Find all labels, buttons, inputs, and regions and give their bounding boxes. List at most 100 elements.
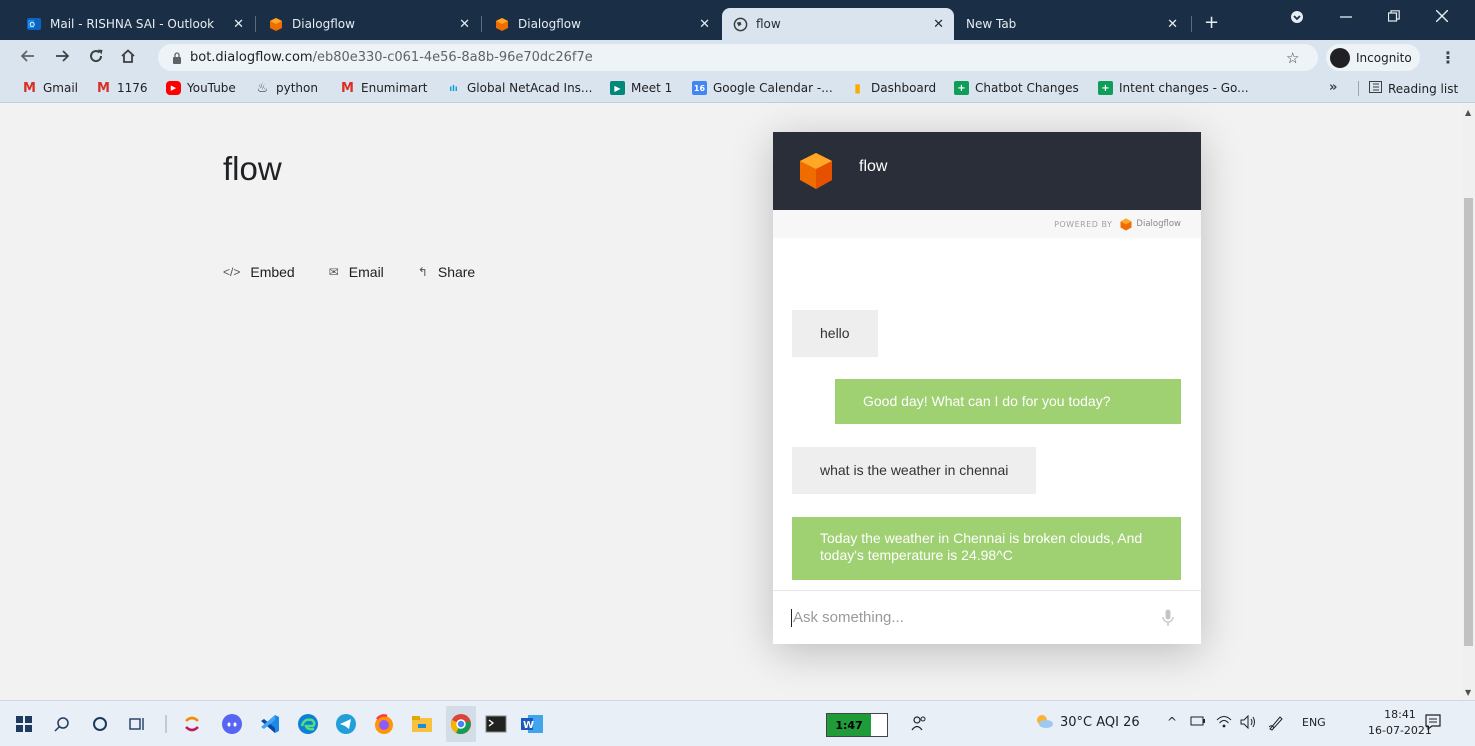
bookmark-gmail[interactable]: M Gmail	[22, 81, 79, 96]
word-icon[interactable]: W	[520, 712, 544, 736]
back-icon[interactable]	[20, 48, 36, 68]
bookmark-label: Chatbot Changes	[975, 81, 1079, 95]
scrollbar-thumb[interactable]	[1464, 198, 1473, 646]
taskbar-clock[interactable]: 18:41 16-07-2021	[1368, 707, 1432, 739]
share-label: Share	[437, 264, 476, 280]
terminal-icon[interactable]	[484, 712, 508, 736]
volume-icon[interactable]	[1240, 714, 1258, 733]
chevron-up-icon[interactable]: ^	[1167, 715, 1177, 729]
tab-new-tab[interactable]: New Tab ✕	[956, 8, 1188, 40]
bookmark-label: python	[276, 81, 318, 95]
bookmark-enumimart[interactable]: M Enumimart	[340, 81, 427, 96]
bookmark-1176[interactable]: M 1176	[96, 81, 148, 96]
weather-icon[interactable]	[1034, 712, 1054, 734]
embed-button[interactable]: </> Embed	[223, 264, 295, 280]
address-bar[interactable]: bot.dialogflow.com/eb80e330-c061-4e56-8a…	[158, 44, 1318, 71]
bookmark-dashboard[interactable]: ▮ Dashboard	[850, 81, 936, 95]
close-icon[interactable]: ✕	[1167, 17, 1178, 32]
bookmark-label: Intent changes - Go...	[1119, 81, 1249, 95]
scroll-down-icon[interactable]: ▼	[1465, 688, 1471, 697]
pen-icon[interactable]	[1268, 715, 1284, 735]
lock-icon	[173, 51, 181, 64]
scroll-up-icon[interactable]: ▲	[1465, 108, 1471, 117]
python-icon: ♨	[256, 80, 269, 96]
page-scrollbar[interactable]: ▲ ▼	[1462, 104, 1475, 700]
edge-icon[interactable]	[296, 712, 320, 736]
tab-dialogflow-2[interactable]: Dialogflow ✕	[484, 8, 720, 40]
bookmark-intent-changes[interactable]: + Intent changes - Go...	[1098, 81, 1249, 95]
close-icon[interactable]: ✕	[459, 17, 470, 32]
battery-icon[interactable]	[1190, 715, 1206, 731]
bookmark-youtube[interactable]: ▶ YouTube	[166, 81, 236, 95]
chat-agent-name: flow	[859, 158, 888, 175]
clock-date: 16-07-2021	[1368, 724, 1432, 737]
bookmark-label: Dashboard	[871, 81, 937, 95]
home-icon[interactable]	[120, 48, 136, 68]
language-indicator[interactable]: ENG	[1302, 716, 1326, 729]
microphone-icon[interactable]	[1162, 609, 1174, 627]
tab-title: flow	[756, 17, 781, 31]
mail-icon: ✉	[328, 265, 339, 279]
bookmark-chatbot-changes[interactable]: + Chatbot Changes	[954, 81, 1079, 95]
firefox-icon[interactable]	[372, 712, 396, 736]
notification-icon[interactable]	[1424, 713, 1442, 735]
powered-by-banner: POWERED BY Dialogflow	[773, 210, 1201, 238]
new-tab-button[interactable]: +	[1204, 12, 1219, 33]
tab-dialogflow-1[interactable]: Dialogflow ✕	[258, 8, 480, 40]
bookmark-calendar[interactable]: 16 Google Calendar -...	[692, 81, 833, 95]
reload-icon[interactable]	[88, 48, 104, 68]
task-view-icon[interactable]	[126, 712, 150, 736]
minimize-icon[interactable]	[1340, 10, 1352, 26]
bookmark-label: Global NetAcad Ins...	[467, 81, 593, 95]
forward-icon[interactable]	[54, 48, 70, 68]
powered-by-brand: Dialogflow	[1136, 219, 1181, 229]
timer-widget[interactable]: 1:47	[826, 713, 888, 737]
bookmark-python[interactable]: ♨ python	[255, 80, 318, 96]
close-icon[interactable]: ✕	[233, 17, 244, 32]
email-button[interactable]: ✉ Email	[329, 264, 384, 280]
close-window-icon[interactable]	[1435, 9, 1449, 26]
weather-readout[interactable]: 30°C AQI 26	[1060, 715, 1140, 730]
incognito-label: Incognito	[1356, 50, 1412, 65]
tab-outlook[interactable]: O Mail - RISHNA SAI - Outlook ✕	[16, 8, 254, 40]
reading-list-button[interactable]: Reading list	[1358, 81, 1458, 96]
bookmark-label: Google Calendar -...	[713, 81, 833, 95]
bookmark-star-icon[interactable]: ☆	[1286, 49, 1299, 67]
taskbar-divider	[162, 712, 170, 736]
wifi-icon[interactable]	[1216, 715, 1232, 733]
restore-icon[interactable]	[1387, 10, 1400, 26]
reading-list-label: Reading list	[1388, 81, 1459, 96]
bookmark-netacad[interactable]: ılı Global NetAcad Ins...	[446, 81, 592, 95]
bot-message: Today the weather in Chennai is broken c…	[792, 517, 1181, 580]
discord-icon[interactable]	[220, 712, 244, 736]
tab-flow[interactable]: flow ✕	[722, 8, 954, 40]
bookmarks-more-button[interactable]: »	[1329, 80, 1337, 95]
people-icon[interactable]	[911, 715, 927, 735]
calendar-icon: 16	[692, 81, 707, 95]
incognito-icon	[1330, 47, 1350, 68]
share-button[interactable]: ↰ Share	[418, 264, 475, 280]
app-icon[interactable]	[180, 712, 204, 736]
url-host: bot.dialogflow.com	[190, 50, 313, 65]
svg-text:W: W	[523, 720, 534, 731]
tab-title: Mail - RISHNA SAI - Outlook	[50, 17, 215, 31]
cortana-icon[interactable]	[88, 712, 112, 736]
bookmark-meet[interactable]: ▶ Meet 1	[610, 81, 672, 95]
file-explorer-icon[interactable]	[410, 712, 434, 736]
page-content: flow </> Embed ✉ Email ↰ Share	[0, 104, 1462, 700]
tab-search-icon[interactable]	[1290, 10, 1304, 28]
tab-separator	[255, 16, 256, 32]
close-icon[interactable]: ✕	[933, 17, 944, 32]
incognito-badge[interactable]: Incognito	[1326, 44, 1420, 71]
windows-start-icon[interactable]	[12, 712, 36, 736]
close-icon[interactable]: ✕	[699, 17, 710, 32]
bookmark-label: Gmail	[43, 81, 79, 95]
vscode-icon[interactable]	[258, 712, 282, 736]
chat-input[interactable]	[793, 609, 1153, 626]
tab-separator	[481, 16, 482, 32]
telegram-icon[interactable]	[334, 712, 358, 736]
timer-value: 1:47	[827, 714, 871, 736]
chrome-incognito-icon[interactable]	[446, 706, 476, 742]
menu-icon[interactable]: ⋮	[1440, 48, 1456, 67]
search-icon[interactable]	[50, 712, 74, 736]
